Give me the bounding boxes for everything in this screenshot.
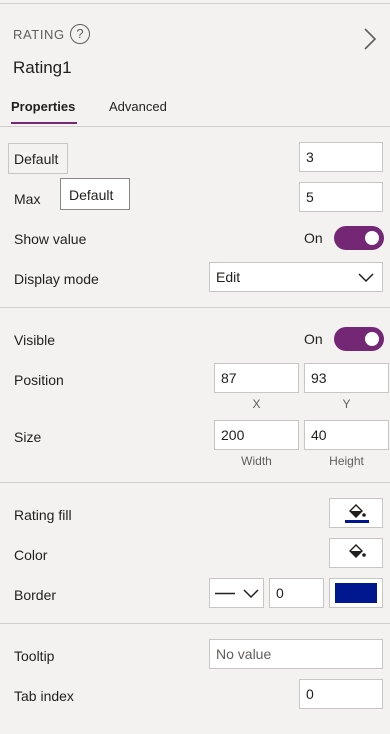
paint-bucket-icon — [345, 504, 369, 523]
size-width-caption: Width — [241, 454, 272, 468]
border-label: Border — [14, 587, 57, 603]
tab-index-label: Tab index — [14, 688, 74, 704]
help-icon[interactable]: ? — [70, 24, 90, 44]
border-color-button[interactable] — [329, 578, 383, 608]
rating-fill-button[interactable] — [329, 498, 383, 528]
top-divider — [0, 3, 390, 4]
show-value-label: Show value — [14, 231, 87, 247]
rating-fill-label: Rating fill — [14, 507, 72, 523]
visible-toggle[interactable] — [334, 327, 384, 351]
active-tab-indicator — [11, 122, 77, 124]
max-value-input[interactable]: 5 — [299, 182, 383, 212]
show-value-toggle[interactable] — [334, 226, 384, 250]
position-x-caption: X — [252, 397, 261, 411]
chevron-down-icon — [358, 273, 374, 283]
display-mode-label: Display mode — [14, 271, 99, 287]
border-width-input[interactable]: 0 — [269, 578, 324, 608]
chevron-down-icon — [243, 589, 259, 599]
tab-advanced[interactable]: Advanced — [109, 99, 167, 114]
position-label: Position — [14, 372, 64, 388]
tabs-divider — [0, 126, 390, 127]
position-x-input[interactable]: 87 — [214, 363, 299, 393]
border-color-swatch — [335, 583, 377, 603]
tooltip-input[interactable]: No value — [209, 639, 383, 669]
tab-properties[interactable]: Properties — [11, 99, 75, 114]
size-height-caption: Height — [329, 454, 364, 468]
section-divider-1 — [0, 307, 390, 308]
line-style-icon — [215, 592, 235, 595]
default-property-label[interactable]: Default — [8, 143, 68, 174]
default-tooltip: Default — [60, 178, 130, 210]
display-mode-dropdown[interactable]: Edit — [209, 262, 383, 292]
tooltip-label: Tooltip — [14, 648, 55, 664]
section-divider-2 — [0, 482, 390, 483]
position-y-input[interactable]: 93 — [304, 363, 389, 393]
tab-index-input[interactable]: 0 — [299, 679, 383, 709]
toggle-knob — [365, 332, 379, 346]
max-label: Max — [14, 191, 41, 207]
color-button[interactable] — [329, 538, 383, 568]
size-width-input[interactable]: 200 — [214, 420, 299, 450]
paint-bucket-icon — [345, 544, 369, 563]
default-value-input[interactable]: 3 — [299, 142, 383, 172]
show-value-state: On — [304, 230, 323, 246]
control-type-label: RATING — [13, 27, 65, 42]
visible-state: On — [304, 331, 323, 347]
border-style-dropdown[interactable] — [209, 578, 264, 608]
visible-label: Visible — [14, 332, 55, 348]
size-height-input[interactable]: 40 — [304, 420, 389, 450]
section-divider-3 — [0, 623, 390, 624]
size-label: Size — [14, 429, 42, 445]
display-mode-value: Edit — [216, 269, 241, 285]
position-y-caption: Y — [342, 397, 351, 411]
toggle-knob — [365, 231, 379, 245]
color-label: Color — [14, 547, 48, 563]
chevron-right-icon[interactable] — [360, 27, 380, 51]
control-name[interactable]: Rating1 — [13, 58, 72, 78]
